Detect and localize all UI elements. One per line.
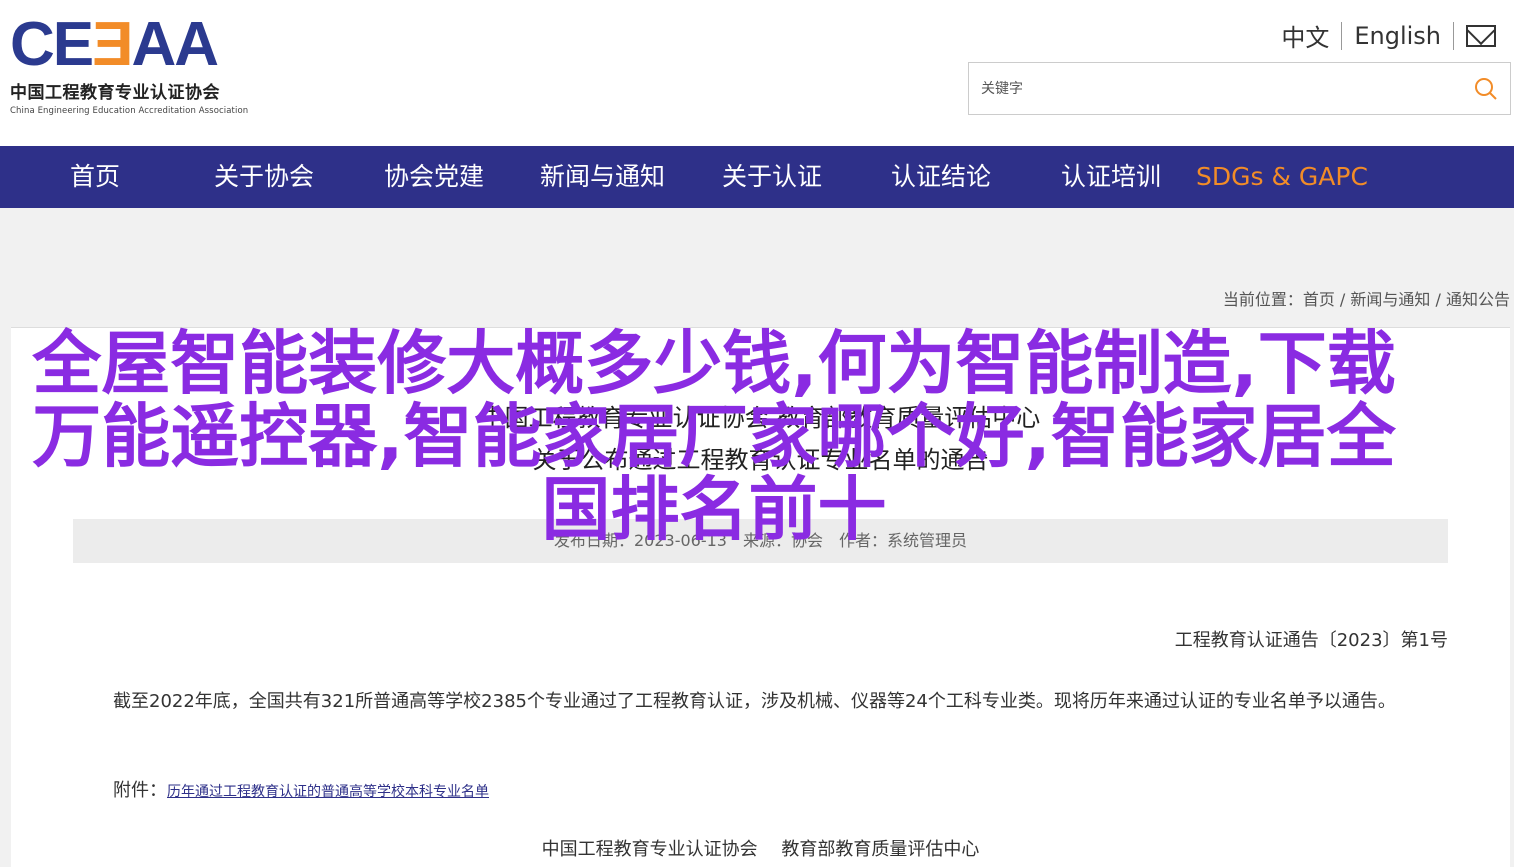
nav-item-sdgs[interactable]: SDGs & GAPC bbox=[1196, 146, 1368, 208]
mail-icon[interactable] bbox=[1466, 24, 1496, 47]
main-nav: 首页 关于协会 协会党建 新闻与通知 关于认证 认证结论 认证培训 SDGs &… bbox=[0, 146, 1514, 208]
search-input[interactable] bbox=[969, 63, 1449, 114]
logo-chinese-name: 中国工程教育专业认证协会 bbox=[10, 83, 220, 103]
article-meta: 发布日期：2023-06-13 来源：协会 作者：系统管理员 bbox=[73, 519, 1448, 563]
nav-item-accreditation[interactable]: 关于认证 bbox=[722, 146, 822, 208]
article-signature: 中国工程教育专业认证协会 教育部教育质量评估中心 bbox=[541, 839, 980, 860]
nav-item-about[interactable]: 关于协会 bbox=[214, 146, 314, 208]
site-logo[interactable]: CEƎAA 中国工程教育专业认证协会 China Engineering Edu… bbox=[10, 10, 270, 117]
article-title-line2: 关于公布通过工程教育认证专业名单的通告 bbox=[532, 446, 989, 474]
search-icon[interactable] bbox=[1474, 77, 1498, 101]
divider bbox=[1341, 21, 1343, 50]
lang-chinese-link[interactable]: 中文 bbox=[1281, 18, 1329, 53]
breadcrumb-separator: / bbox=[1334, 290, 1351, 309]
notice-number: 工程教育认证通告〔2023〕第1号 bbox=[1174, 630, 1448, 651]
logo-english-name: China Engineering Education Accreditatio… bbox=[10, 106, 249, 116]
breadcrumb-notices[interactable]: 通知公告 bbox=[1446, 290, 1510, 309]
breadcrumb-separator: / bbox=[1430, 290, 1446, 309]
breadcrumb-home[interactable]: 首页 bbox=[1303, 290, 1335, 309]
lang-english-link[interactable]: English bbox=[1354, 22, 1441, 50]
attachment: 附件：历年通过工程教育认证的普通高等学校本科专业名单 bbox=[113, 776, 489, 802]
language-switcher: 中文 English bbox=[1281, 18, 1496, 53]
attachment-link[interactable]: 历年通过工程教育认证的普通高等学校本科专业名单 bbox=[167, 784, 489, 800]
attachment-label: 附件： bbox=[113, 780, 167, 801]
breadcrumb-news[interactable]: 新闻与通知 bbox=[1350, 290, 1430, 309]
breadcrumb-prefix: 当前位置： bbox=[1222, 290, 1303, 309]
article-panel: 中国工程教育专业认证协会 教育部教育质量评估中心 关于公布通过工程教育认证专业名… bbox=[11, 327, 1510, 867]
nav-item-training[interactable]: 认证培训 bbox=[1061, 146, 1161, 208]
nav-item-party[interactable]: 协会党建 bbox=[384, 146, 484, 208]
article-paragraph: 截至2022年底，全国共有321所普通高等学校2385个专业通过了工程教育认证，… bbox=[113, 691, 1396, 712]
site-header: CEƎAA 中国工程教育专业认证协会 China Engineering Edu… bbox=[0, 0, 1514, 146]
logo-mark: CEƎAA bbox=[10, 10, 219, 79]
divider bbox=[1453, 21, 1454, 50]
nav-item-news[interactable]: 新闻与通知 bbox=[540, 146, 665, 208]
nav-item-conclusions[interactable]: 认证结论 bbox=[891, 146, 991, 208]
search-box bbox=[968, 62, 1511, 115]
breadcrumb: 当前位置：首页 / 新闻与通知 / 通知公告 bbox=[1223, 286, 1510, 310]
article-title-line1: 中国工程教育专业认证协会 教育部教育质量评估中心 bbox=[480, 404, 1041, 432]
nav-item-home[interactable]: 首页 bbox=[70, 146, 120, 208]
